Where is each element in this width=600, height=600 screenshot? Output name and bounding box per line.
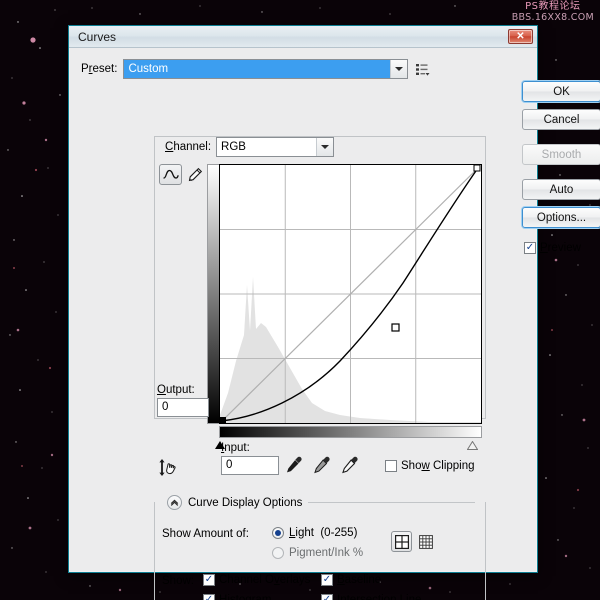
gray-point-eyedropper-icon[interactable]: [312, 455, 332, 475]
cancel-button-label: Cancel: [543, 113, 580, 126]
radio-light[interactable]: [272, 527, 284, 539]
show-clipping-row[interactable]: Show Clipping: [385, 460, 475, 472]
channel-dropdown[interactable]: RGB: [216, 137, 335, 157]
input-label: Input:: [221, 442, 250, 454]
ok-button[interactable]: OK: [522, 81, 600, 102]
intersection-line-row[interactable]: Intersection Line: [321, 594, 421, 600]
ok-button-label: OK: [553, 85, 570, 98]
white-point-eyedropper-icon[interactable]: [340, 455, 360, 475]
preview-checkbox-row[interactable]: Preview: [524, 242, 581, 254]
channel-row: Channel: RGB: [161, 137, 339, 157]
baseline-label: Baseline: [337, 574, 382, 586]
output-gradient-strip: [207, 164, 219, 424]
endpoint-white: [473, 164, 481, 172]
preset-label: Preset:: [81, 63, 118, 75]
channel-overlays-label: Channel Overlays: [219, 574, 311, 586]
radio-pigment-row[interactable]: Pigment/Ink %: [272, 547, 363, 559]
radio-pigment[interactable]: [272, 547, 284, 559]
preset-dropdown[interactable]: Custom: [123, 59, 409, 79]
radio-light-label: Light (0-255): [289, 527, 358, 539]
chevron-down-icon: [321, 145, 330, 149]
pencil-tool-icon: [188, 167, 202, 181]
dialog-body: Preset: Custom OK Cancel Smooth Auto Opt…: [69, 48, 600, 600]
auto-button[interactable]: Auto: [522, 179, 600, 200]
pencil-tool-button[interactable]: [183, 164, 206, 185]
curve-tool-icon: [162, 169, 179, 179]
preview-label: Preview: [540, 242, 581, 254]
histogram-label: Histogram: [219, 594, 272, 600]
white-point-slider[interactable]: [467, 441, 478, 450]
histogram-row[interactable]: Histogram: [203, 594, 271, 600]
radio-light-row[interactable]: Light (0-255): [272, 527, 357, 539]
black-point-eyedropper-icon[interactable]: [284, 455, 304, 475]
show-label: Show:: [162, 575, 194, 587]
fine-grid-button[interactable]: [415, 531, 436, 552]
intersection-line-label: Intersection Line: [337, 594, 422, 600]
channel-label: Channel:: [165, 141, 212, 153]
output-label: Output:: [157, 384, 195, 396]
baseline-checkbox[interactable]: [321, 574, 333, 586]
baseline-row[interactable]: Baseline: [321, 574, 381, 586]
input-gradient-strip: [219, 426, 482, 438]
toggle-curve-direction-icon[interactable]: [157, 456, 183, 480]
smooth-button-label: Smooth: [541, 148, 582, 161]
dialog-title: Curves: [78, 29, 117, 44]
preset-row: Preset: Custom: [81, 59, 430, 79]
histogram-checkbox[interactable]: [203, 594, 215, 600]
coarse-grid-button[interactable]: [391, 531, 412, 552]
smooth-button: Smooth: [522, 144, 600, 165]
input-field[interactable]: 0: [221, 456, 279, 475]
chevron-down-icon: [395, 67, 404, 71]
curve-display-options-title: Curve Display Options: [188, 496, 303, 509]
close-icon: ✕: [516, 30, 525, 42]
show-amount-label: Show Amount of:: [162, 528, 249, 540]
baseline-diagonal: [219, 166, 480, 424]
dialog-titlebar[interactable]: Curves ✕: [69, 26, 537, 48]
channel-overlays-checkbox[interactable]: [203, 574, 215, 586]
show-clipping-label: Show Clipping: [401, 460, 475, 472]
radio-pigment-label: Pigment/Ink %: [289, 547, 364, 559]
channel-overlays-row[interactable]: Channel Overlays: [203, 574, 310, 586]
show-clipping-checkbox[interactable]: [385, 460, 397, 472]
curve-plot-svg: [219, 164, 481, 424]
intersection-line-checkbox[interactable]: [321, 594, 333, 600]
chevron-up-icon[interactable]: [167, 495, 182, 510]
cancel-button[interactable]: Cancel: [522, 109, 600, 130]
preview-checkbox[interactable]: [524, 242, 536, 254]
curves-dialog: Curves ✕ Preset: Custom OK Cancel Smooth…: [68, 25, 600, 600]
output-field[interactable]: 0: [157, 398, 209, 417]
preset-menu-icon[interactable]: [414, 61, 430, 77]
options-button-label: Options...: [536, 211, 587, 224]
preset-value: Custom: [124, 60, 391, 78]
curve-tool-button[interactable]: [159, 164, 182, 185]
channel-dropdown-arrow[interactable]: [316, 138, 334, 156]
channel-value: RGB: [221, 141, 246, 153]
curve-plot-area[interactable]: [219, 164, 482, 424]
auto-button-label: Auto: [549, 183, 574, 196]
preset-dropdown-arrow[interactable]: [390, 60, 408, 78]
section-divider: [308, 502, 475, 503]
options-button[interactable]: Options...: [522, 207, 600, 228]
endpoint-black: [220, 417, 226, 423]
selected-control-point: [391, 323, 400, 332]
curve-display-options-header[interactable]: Curve Display Options: [167, 495, 475, 510]
close-button[interactable]: ✕: [508, 29, 533, 44]
